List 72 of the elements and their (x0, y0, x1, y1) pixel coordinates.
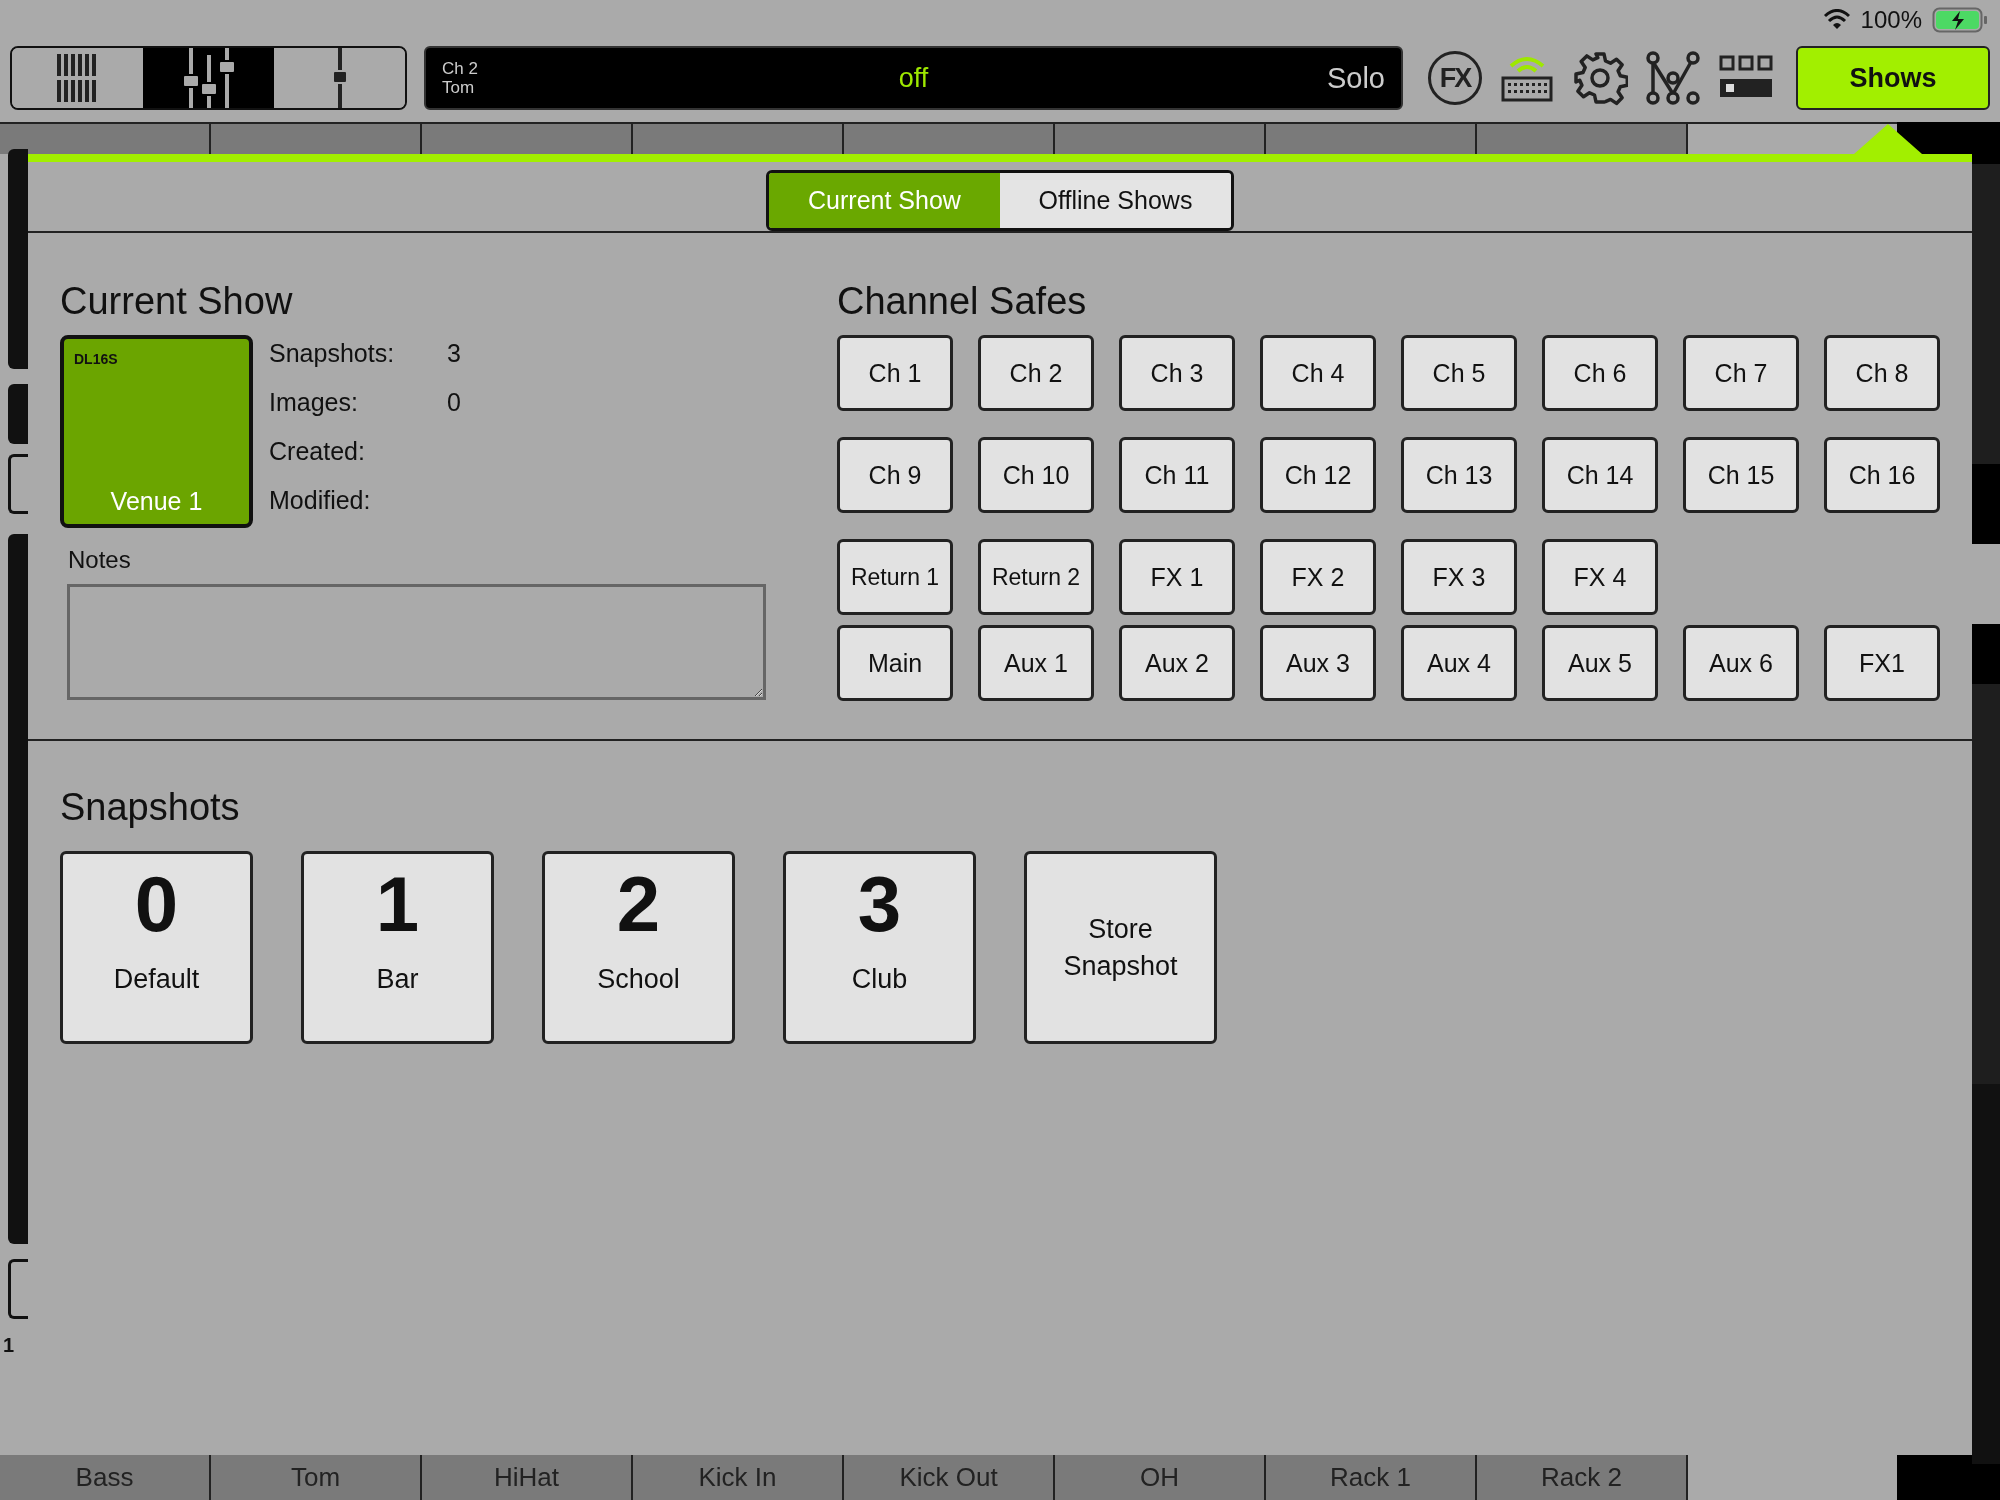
channel-safe-button[interactable]: FX 1 (1119, 539, 1235, 615)
mixer-model: DL16S (74, 351, 118, 367)
channel-safe-button[interactable]: Ch 9 (837, 437, 953, 513)
wifi-icon (1822, 9, 1851, 31)
channel-safe-button[interactable]: Ch 2 (978, 335, 1094, 411)
channel-safe-button[interactable]: Aux 1 (978, 625, 1094, 701)
info-value: 0 (447, 388, 461, 417)
channel-safe-button[interactable]: Aux 3 (1260, 625, 1376, 701)
channel-safe-button[interactable]: FX 3 (1401, 539, 1517, 615)
channel-name-label: OH (1055, 1455, 1266, 1500)
info-value: 3 (447, 339, 461, 368)
solo-label: Solo (1326, 61, 1385, 95)
channel-safe-button[interactable]: Ch 11 (1119, 437, 1235, 513)
channel-safe-button[interactable]: Ch 3 (1119, 335, 1235, 411)
info-label: Created: (269, 437, 366, 466)
channel-name-label: Tom (211, 1455, 422, 1500)
info-label: Snapshots: (269, 339, 396, 368)
channel-safe-button[interactable]: Ch 7 (1683, 335, 1799, 411)
channel-safe-button[interactable]: Aux 6 (1683, 625, 1799, 701)
mute-state: off (898, 62, 929, 94)
channel-safe-button[interactable]: Ch 1 (837, 335, 953, 411)
snapshot-button[interactable]: 3 Club (783, 851, 976, 1044)
channel-safe-button[interactable]: FX 4 (1542, 539, 1658, 615)
channel-safe-button[interactable]: Aux 5 (1542, 625, 1658, 701)
channel-safe-button[interactable]: Ch 15 (1683, 437, 1799, 513)
channel-safe-button[interactable]: Main (837, 625, 953, 701)
channel-number: Ch 2 (442, 59, 478, 78)
info-label: Modified: (269, 486, 372, 515)
snapshot-button[interactable]: 0 Default (60, 851, 253, 1044)
show-tile[interactable]: DL16S Venue 1 (60, 335, 253, 528)
channel-safe-button[interactable]: Ch 4 (1260, 335, 1376, 411)
section-heading: Snapshots (60, 785, 241, 830)
notes-field[interactable] (67, 584, 766, 700)
strip-number: 1 (3, 1334, 15, 1357)
mode-tab[interactable]: Offline Shows (1000, 173, 1231, 228)
view-tab[interactable] (143, 48, 274, 108)
channel-display[interactable]: Ch 2 Tom off Solo (424, 46, 1403, 110)
snapshot-button[interactable]: 2 School (542, 851, 735, 1044)
channel-safe-button[interactable]: Aux 4 (1401, 625, 1517, 701)
channel-safe-button[interactable]: Ch 16 (1824, 437, 1940, 513)
channel-safe-button[interactable]: Ch 8 (1824, 335, 1940, 411)
channel-safe-button[interactable]: Ch 12 (1260, 437, 1376, 513)
section-heading: Channel Safes (837, 279, 1088, 324)
channel-name-label: Kick In (633, 1455, 844, 1500)
channel-name-label: Rack 2 (1477, 1455, 1688, 1500)
channel-name: Tom (442, 78, 476, 97)
store-snapshot-button[interactable]: Store Snapshot (1024, 851, 1217, 1044)
channel-safe-button[interactable]: Ch 6 (1542, 335, 1658, 411)
channel-safe-button[interactable]: Ch 14 (1542, 437, 1658, 513)
channel-safe-button[interactable]: Ch 13 (1401, 437, 1517, 513)
section-heading: Current Show (60, 279, 294, 324)
channel-safe-button[interactable]: Ch 10 (978, 437, 1094, 513)
fx-button[interactable]: FX (1428, 51, 1482, 105)
battery-percentage: 100% (1860, 6, 1922, 34)
settings-icon[interactable] (1572, 50, 1628, 106)
notes-label: Notes (68, 546, 131, 574)
channel-safe-button[interactable]: Ch 5 (1401, 335, 1517, 411)
shows-button[interactable]: Shows (1796, 46, 1990, 110)
routing-icon[interactable] (1645, 50, 1701, 106)
channel-safe-button[interactable]: FX1 (1824, 625, 1940, 701)
channel-safe-button[interactable]: Aux 2 (1119, 625, 1235, 701)
channel-safe-button[interactable]: FX 2 (1260, 539, 1376, 615)
snapshot-button[interactable]: 1 Bar (301, 851, 494, 1044)
channel-safe-button[interactable]: Return 1 (837, 539, 953, 615)
info-label: Images: (269, 388, 359, 417)
channel-safe-button[interactable]: Return 2 (978, 539, 1094, 615)
channel-name-label: HiHat (422, 1455, 633, 1500)
battery-icon (1932, 7, 1988, 33)
channel-name-label: Bass (0, 1455, 211, 1500)
channel-name-label: Rack 1 (1266, 1455, 1477, 1500)
show-name: Venue 1 (109, 487, 204, 516)
channel-name-label: Kick Out (844, 1455, 1055, 1500)
